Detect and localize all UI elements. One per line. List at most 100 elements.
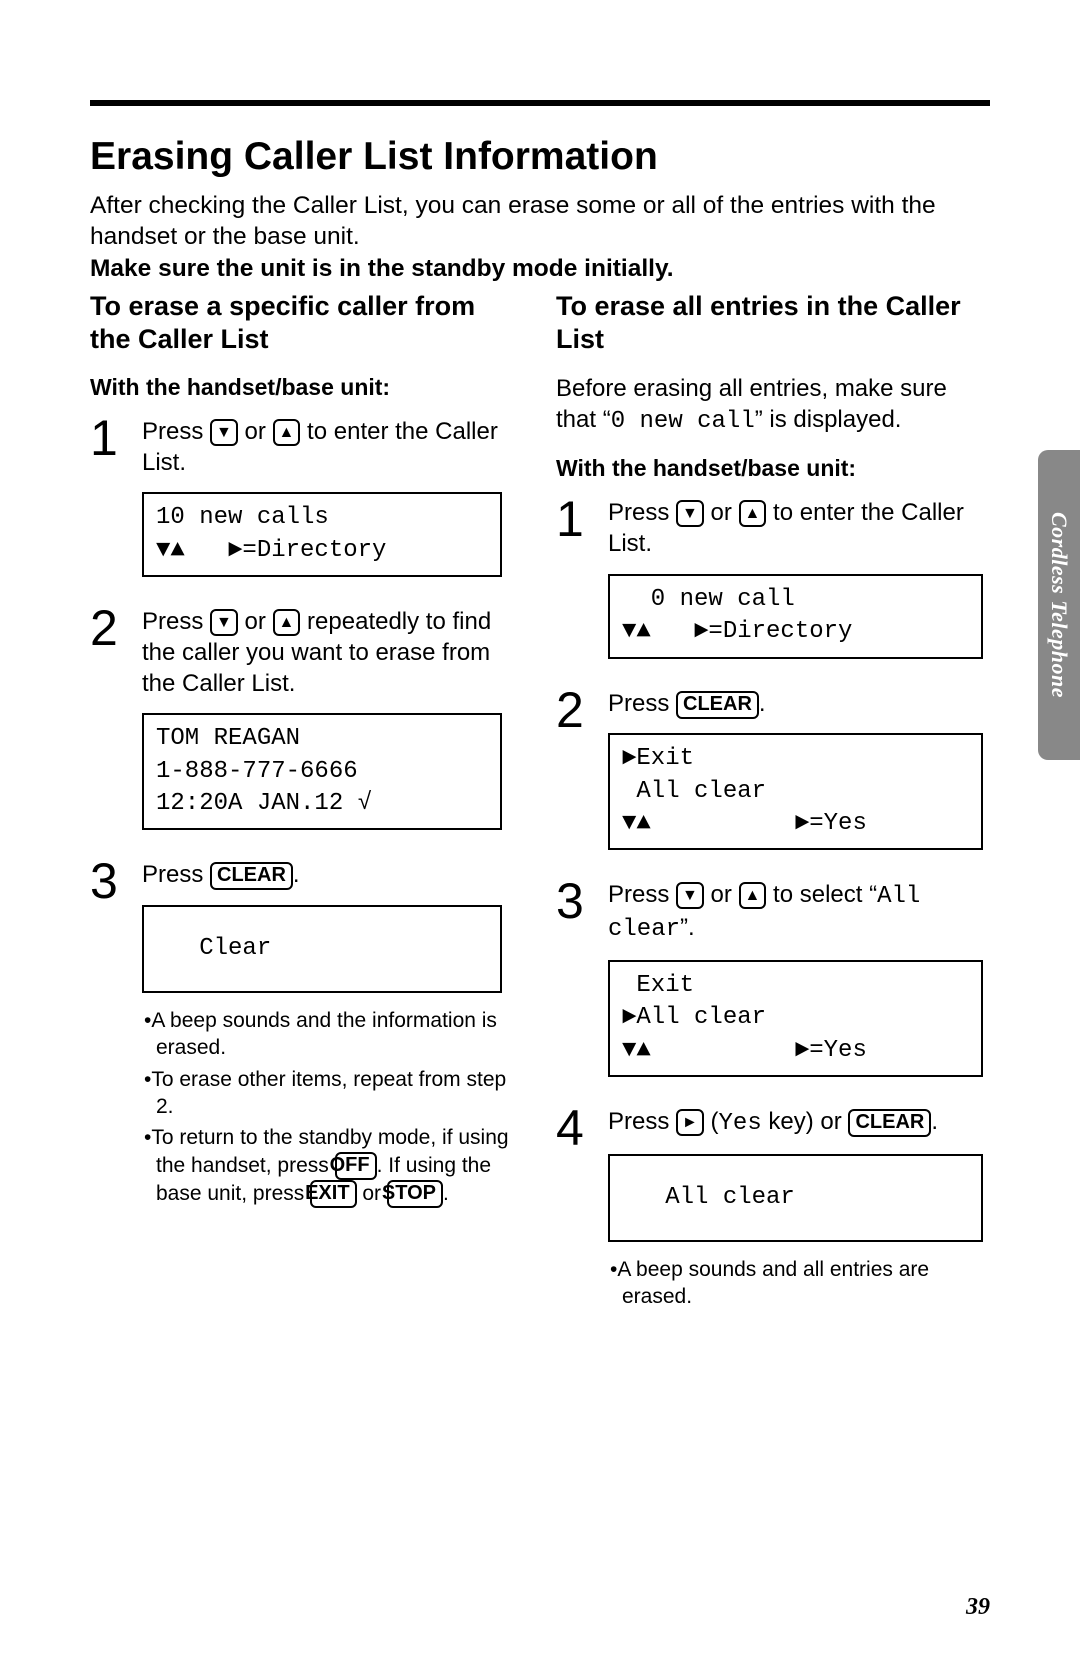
lcd-line: ▼▲ ►=Directory — [622, 618, 852, 645]
text: to select “ — [766, 881, 877, 908]
lcd-line: 0 new call — [622, 586, 795, 613]
step-body: Press ► (Yes key) or CLEAR. All clear •A… — [608, 1101, 990, 1314]
bullet-item: •To return to the standby mode, if using… — [144, 1124, 520, 1207]
section-tab-label: Cordless Telephone — [1046, 512, 1072, 698]
section-tab: Cordless Telephone — [1038, 450, 1080, 760]
text: . — [759, 690, 766, 717]
left-step-1: 1 Press ▼ or ▲ to enter the Caller List.… — [90, 411, 520, 591]
text: Press — [142, 861, 210, 888]
intro-bold: Make sure the unit is in the standby mod… — [90, 255, 674, 282]
step-body: Press ▼ or ▲ to enter the Caller List. 1… — [142, 411, 520, 591]
text: ( — [704, 1108, 719, 1135]
step-number: 4 — [556, 1103, 608, 1153]
lcd-line: 10 new calls — [156, 504, 329, 531]
text: Press — [608, 499, 676, 526]
step-body: Press CLEAR. Clear •A beep sounds and th… — [142, 854, 520, 1211]
lcd-line: ▼▲ ►=Yes — [622, 810, 867, 837]
step-number: 1 — [556, 494, 608, 544]
lcd-line: Clear — [156, 933, 271, 965]
text: Press — [142, 418, 210, 445]
lcd-display: Exit ►All clear ▼▲ ►=Yes — [608, 960, 983, 1077]
lcd-line: Exit — [622, 972, 694, 999]
step-number: 3 — [556, 876, 608, 926]
right-step-1: 1 Press ▼ or ▲ to enter the Caller List.… — [556, 492, 990, 672]
mono-text: Yes — [719, 1110, 762, 1137]
text: key) or — [762, 1108, 849, 1135]
intro-line: After checking the Caller List, you can … — [90, 192, 936, 250]
lcd-display: Clear — [142, 905, 502, 993]
step-number: 3 — [90, 856, 142, 906]
bullet-item: •A beep sounds and all entries are erase… — [610, 1256, 990, 1311]
down-key-icon: ▼ — [210, 419, 238, 446]
horizontal-rule — [90, 100, 990, 106]
up-key-icon: ▲ — [739, 882, 767, 909]
page-number: 39 — [966, 1594, 990, 1621]
step-body: Press ▼ or ▲ to select “All clear”. Exit… — [608, 874, 990, 1091]
step-number: 1 — [90, 413, 142, 463]
step-body: Press CLEAR. ►Exit All clear ▼▲ ►=Yes — [608, 683, 990, 865]
lcd-line: 1-888-777-6666 — [156, 758, 358, 785]
intro-text: After checking the Caller List, you can … — [90, 190, 990, 284]
exit-key-icon: EXIT — [310, 1180, 356, 1208]
bullet-list: •A beep sounds and the information is er… — [142, 1007, 520, 1207]
step-number: 2 — [90, 603, 142, 653]
bullet-item: •To erase other items, repeat from step … — [144, 1066, 520, 1121]
right-step-4: 4 Press ► (Yes key) or CLEAR. All clear … — [556, 1101, 990, 1314]
left-step-3: 3 Press CLEAR. Clear •A beep sounds and … — [90, 854, 520, 1211]
clear-key-icon: CLEAR — [210, 862, 293, 890]
left-step-2: 2 Press ▼ or ▲ repeatedly to find the ca… — [90, 601, 520, 844]
left-unit-label: With the handset/base unit: — [90, 374, 520, 401]
text: Press — [142, 608, 210, 635]
text: Press — [608, 881, 676, 908]
mono-text: 0 new call — [611, 408, 755, 435]
right-column: To erase all entries in the Caller List … — [556, 290, 990, 1324]
bullet-item: •A beep sounds and the information is er… — [144, 1007, 520, 1062]
right-key-icon: ► — [676, 1109, 704, 1136]
lcd-display: TOM REAGAN 1-888-777-6666 12:20A JAN.12 … — [142, 713, 502, 830]
text: ”. — [680, 914, 695, 941]
before-note: Before erasing all entries, make sure th… — [556, 374, 990, 437]
right-unit-label: With the handset/base unit: — [556, 455, 990, 482]
step-body: Press ▼ or ▲ repeatedly to find the call… — [142, 601, 520, 844]
down-key-icon: ▼ — [676, 882, 704, 909]
lcd-line: ▼▲ ►=Yes — [622, 1037, 867, 1064]
text: or — [704, 881, 739, 908]
page-title: Erasing Caller List Information — [90, 135, 658, 179]
right-step-2: 2 Press CLEAR. ►Exit All clear ▼▲ ►=Yes — [556, 683, 990, 865]
down-key-icon: ▼ — [210, 609, 238, 636]
up-key-icon: ▲ — [273, 609, 301, 636]
text: . — [293, 861, 300, 888]
right-step-3: 3 Press ▼ or ▲ to select “All clear”. Ex… — [556, 874, 990, 1091]
text: . — [931, 1108, 938, 1135]
left-heading: To erase a specific caller from the Call… — [90, 290, 520, 356]
up-key-icon: ▲ — [273, 419, 301, 446]
step-body: Press ▼ or ▲ to enter the Caller List. 0… — [608, 492, 990, 672]
right-heading: To erase all entries in the Caller List — [556, 290, 990, 356]
clear-key-icon: CLEAR — [848, 1109, 931, 1137]
lcd-display: All clear — [608, 1154, 983, 1242]
lcd-line: 12:20A JAN.12 √ — [156, 790, 372, 817]
text: ” is displayed. — [755, 406, 902, 433]
lcd-line: ►All clear — [622, 1004, 766, 1031]
lcd-display: ►Exit All clear ▼▲ ►=Yes — [608, 733, 983, 850]
text: or — [238, 418, 273, 445]
clear-key-icon: CLEAR — [676, 691, 759, 719]
stop-key-icon: STOP — [387, 1180, 443, 1208]
down-key-icon: ▼ — [676, 500, 704, 527]
lcd-line: ►Exit — [622, 745, 694, 772]
up-key-icon: ▲ — [739, 500, 767, 527]
text: or — [238, 608, 273, 635]
lcd-line: TOM REAGAN — [156, 725, 300, 752]
left-column: To erase a specific caller from the Call… — [90, 290, 520, 1222]
lcd-line: All clear — [622, 778, 766, 805]
step-number: 2 — [556, 685, 608, 735]
off-key-icon: OFF — [335, 1152, 377, 1180]
text: Press — [608, 690, 676, 717]
lcd-display: 0 new call ▼▲ ►=Directory — [608, 574, 983, 659]
text: or — [704, 499, 739, 526]
lcd-line: All clear — [622, 1182, 795, 1214]
lcd-line: ▼▲ ►=Directory — [156, 537, 386, 564]
bullet-list: •A beep sounds and all entries are erase… — [608, 1256, 990, 1311]
text: Press — [608, 1108, 676, 1135]
lcd-display: 10 new calls ▼▲ ►=Directory — [142, 492, 502, 577]
